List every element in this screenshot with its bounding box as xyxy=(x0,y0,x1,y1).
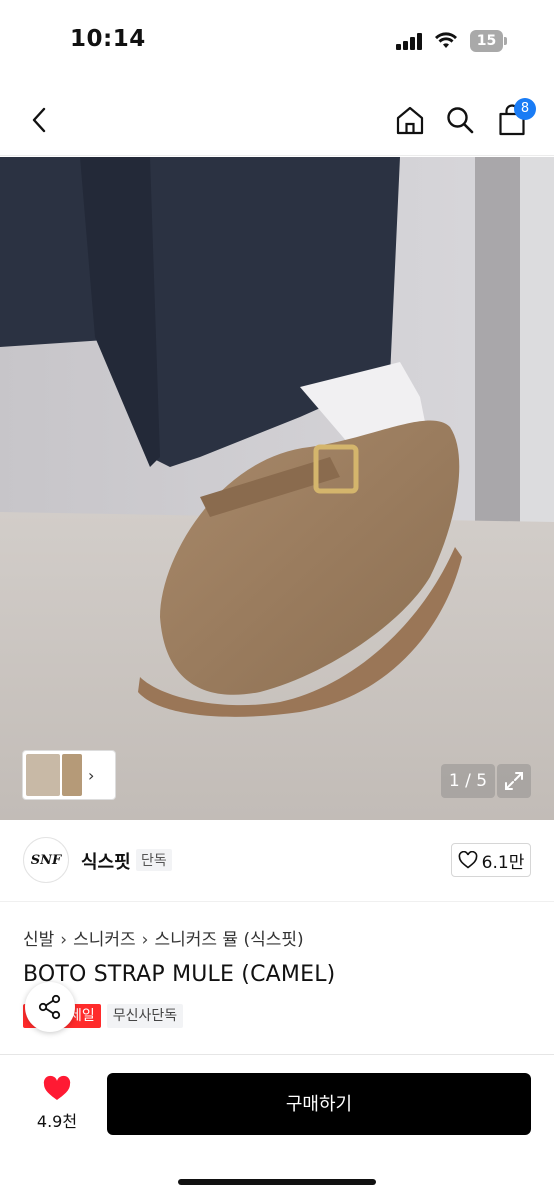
bottom-action-bar: 4.9천 구매하기 xyxy=(0,1055,554,1200)
search-button[interactable] xyxy=(442,102,478,138)
top-nav: 8 xyxy=(0,88,554,156)
home-button[interactable] xyxy=(392,102,428,138)
chevron-right-icon[interactable]: › xyxy=(88,766,94,785)
share-icon xyxy=(38,994,61,1020)
thumbnail-strip[interactable]: › xyxy=(22,750,116,800)
wishlist-count: 4.9천 xyxy=(36,1112,78,1131)
status-bar: 10:14 15 xyxy=(0,0,554,88)
home-indicator xyxy=(178,1179,376,1185)
exclusive-badge: 무신사단독 xyxy=(106,1004,184,1028)
heart-filled-icon xyxy=(43,1075,71,1100)
product-photo xyxy=(0,157,554,820)
chevron-right-icon: › xyxy=(141,930,149,950)
battery-icon: 15 xyxy=(470,30,507,52)
breadcrumb: 신발 › 스니커즈 › 스니커즈 뮬 (식스핏) xyxy=(23,925,304,950)
brand-exclusive-tag: 단독 xyxy=(136,849,172,871)
product-image-gallery[interactable]: › 1 / 5 xyxy=(0,157,554,820)
signal-icon xyxy=(396,32,422,50)
share-button[interactable] xyxy=(25,982,75,1032)
buy-button[interactable]: 구매하기 xyxy=(107,1073,531,1135)
expand-button[interactable] xyxy=(497,764,531,798)
wifi-icon xyxy=(434,30,458,50)
brand-like-count: 6.1만 xyxy=(481,852,525,873)
heart-outline-icon xyxy=(458,851,478,869)
image-counter: 1 / 5 xyxy=(441,764,495,798)
brand-name[interactable]: 식스핏 xyxy=(81,848,131,874)
chevron-left-icon xyxy=(32,107,46,133)
cart-button[interactable]: 8 xyxy=(494,98,536,138)
cart-count-badge: 8 xyxy=(514,98,536,120)
brand-logo[interactable]: SNF xyxy=(23,837,69,883)
wishlist-button[interactable]: 4.9천 xyxy=(28,1075,86,1132)
breadcrumb-item[interactable]: 스니커즈 xyxy=(73,930,136,950)
expand-icon xyxy=(505,772,523,790)
thumbnail-image[interactable] xyxy=(26,754,60,796)
back-button[interactable] xyxy=(22,102,58,138)
breadcrumb-item[interactable]: 스니커즈 뮬 (식스핏) xyxy=(154,930,303,950)
home-icon xyxy=(396,106,424,135)
battery-level: 15 xyxy=(470,30,503,52)
brand-like-button[interactable]: 6.1만 xyxy=(451,843,531,877)
search-icon xyxy=(447,107,474,134)
breadcrumb-item[interactable]: 신발 xyxy=(23,930,54,950)
chevron-right-icon: › xyxy=(60,930,68,950)
product-title: BOTO STRAP MULE (CAMEL) xyxy=(23,962,336,987)
thumbnail-image[interactable] xyxy=(62,754,82,796)
brand-row: SNF 식스핏 단독 6.1만 xyxy=(0,820,554,902)
status-time: 10:14 xyxy=(70,26,146,52)
